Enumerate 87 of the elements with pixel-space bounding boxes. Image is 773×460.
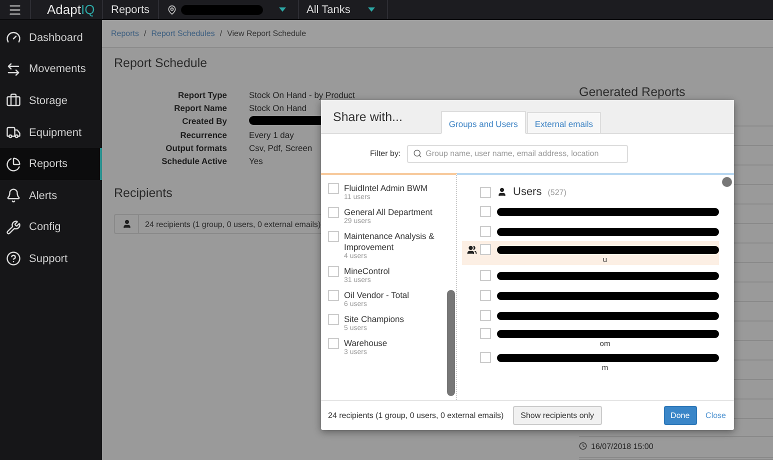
field-value: Every 1 day — [249, 130, 295, 140]
user-icon — [497, 187, 507, 197]
search-icon — [412, 149, 422, 158]
scrollbar-thumb[interactable] — [722, 177, 732, 187]
filter-label: Filter by: — [370, 149, 401, 158]
checkbox[interactable] — [480, 290, 491, 301]
sidebar-item[interactable]: Reports — [0, 148, 102, 180]
sidebar-item[interactable]: Dashboard — [0, 22, 102, 54]
users-icon — [467, 244, 477, 254]
sidebar-item[interactable]: Storage — [0, 85, 102, 117]
sidebar-label: Reports — [29, 158, 68, 170]
recipients-summary: 24 recipients (1 group, 0 users, 0 external emails) — [328, 411, 504, 420]
app-logo: AdaptIQ — [46, 2, 96, 17]
section-title: Reports — [111, 4, 150, 16]
sidebar-item[interactable]: Equipment — [0, 116, 102, 148]
checkbox[interactable] — [328, 314, 339, 325]
help-icon — [6, 251, 21, 266]
tab[interactable]: External emails — [526, 112, 601, 134]
group-name[interactable]: Warehouse — [344, 338, 439, 349]
done-button[interactable]: Done — [664, 406, 697, 425]
show-recipients-button[interactable]: Show recipients only — [512, 406, 602, 425]
group-name[interactable]: Maintenance Analysis & Improvement — [344, 231, 439, 253]
wrench-icon — [6, 220, 21, 235]
checkbox[interactable] — [480, 270, 491, 281]
bell-icon — [6, 188, 21, 204]
section-title: Recipients — [114, 186, 172, 200]
checkbox[interactable] — [328, 231, 339, 242]
field-value: Csv, Pdf, Screen — [249, 143, 314, 153]
field-value: Stock On Hand - by Product — [249, 90, 356, 100]
checkbox[interactable] — [328, 183, 339, 194]
section-title: Generated Reports — [579, 85, 686, 99]
checkbox[interactable] — [480, 206, 491, 217]
users-count: (527) — [548, 188, 566, 196]
pin-icon — [166, 4, 177, 14]
checkbox[interactable] — [480, 310, 491, 321]
user-icon — [122, 219, 132, 229]
caret-icon[interactable] — [278, 7, 286, 12]
scrollbar-thumb[interactable] — [447, 290, 455, 396]
field-value: Stock On Hand — [249, 103, 308, 113]
sidebar-label: Alerts — [29, 190, 58, 202]
search-field[interactable]: Group name, user name, email address, location — [406, 144, 628, 162]
tab[interactable]: Groups and Users — [440, 111, 526, 134]
sidebar-item[interactable]: Config — [0, 212, 102, 244]
group-name[interactable]: Site Champions — [344, 314, 439, 325]
caret-icon[interactable] — [368, 7, 376, 12]
field-label: Schedule Active — [160, 156, 227, 166]
pie-chart-icon — [6, 156, 21, 172]
sidebar-label: Equipment — [29, 126, 82, 139]
checkbox[interactable] — [328, 207, 339, 218]
truck-icon — [6, 125, 21, 140]
field-label: Created By — [181, 116, 227, 127]
sidebar-label: Storage — [29, 94, 68, 107]
page-title: Report Schedule — [114, 56, 208, 70]
field-value: Yes — [249, 156, 264, 166]
dialog-title: Share with... — [333, 110, 402, 124]
checkbox[interactable] — [328, 338, 339, 349]
field-label: Report Type — [177, 90, 227, 100]
group-name[interactable]: Oil Vendor - Total — [344, 290, 439, 301]
sidebar-item[interactable]: Support — [0, 243, 102, 275]
sidebar-item[interactable]: Movements — [0, 54, 102, 86]
sidebar-label: Movements — [29, 63, 86, 76]
field-label: Recurrence — [179, 130, 227, 140]
checkbox[interactable] — [480, 328, 491, 339]
checkbox[interactable] — [480, 352, 491, 363]
checkbox[interactable] — [480, 186, 491, 198]
checkbox[interactable] — [480, 244, 491, 255]
checkbox[interactable] — [328, 290, 339, 301]
sidebar-label: Support — [29, 252, 68, 265]
briefcase-icon — [6, 93, 21, 108]
menu-icon[interactable] — [8, 2, 22, 16]
users-heading: Users — [513, 186, 542, 198]
field-label: Report Name — [173, 103, 227, 113]
group-name[interactable]: MineControl — [344, 266, 439, 277]
field-label: Output formats — [164, 143, 227, 153]
checkbox[interactable] — [480, 226, 491, 237]
gauge-icon — [6, 30, 21, 46]
breadcrumb-separator: / — [220, 29, 222, 38]
sidebar-item[interactable]: Alerts — [0, 180, 102, 212]
sidebar-label: Dashboard — [29, 32, 83, 44]
breadcrumb-separator: / — [144, 29, 146, 38]
clock-icon — [579, 442, 587, 450]
group-name[interactable]: FluidIntel Admin BWM — [344, 183, 439, 194]
sidebar-label: Config — [29, 221, 61, 234]
checkbox[interactable] — [328, 266, 339, 277]
tank-selector[interactable]: All Tanks — [306, 4, 350, 16]
arrows-icon — [6, 62, 21, 77]
breadcrumb-current: View Report Schedule — [227, 29, 306, 38]
